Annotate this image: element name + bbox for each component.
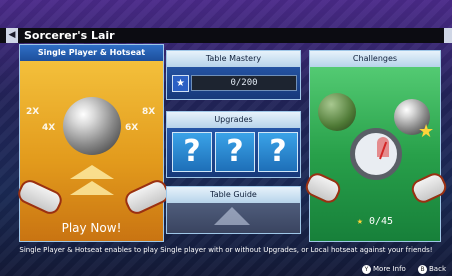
upgrade-slot-2[interactable]: ?	[215, 132, 255, 172]
multiplier-4x: 4X	[42, 123, 56, 133]
upgrades-label: Upgrades	[167, 112, 300, 128]
multiplier-2x: 2X	[26, 107, 40, 117]
star-icon: ★	[418, 121, 435, 142]
multiplier-8x: 8X	[142, 107, 156, 117]
chevron-up-icon	[70, 181, 114, 195]
play-now-label: Play Now!	[61, 221, 122, 235]
gauge-icon	[350, 128, 402, 180]
y-button-icon: Y	[362, 265, 371, 274]
mastery-progress: 0/200	[191, 75, 297, 91]
next-table-arrow-icon[interactable]	[444, 28, 452, 43]
page-title: Sorcerer's Lair	[24, 29, 115, 42]
table-mastery-label: Table Mastery	[167, 51, 300, 67]
challenge-progress: ★ 0/45	[310, 216, 440, 227]
pinball-icon	[63, 97, 121, 155]
left-flipper-icon	[14, 176, 66, 218]
left-flipper-icon	[302, 169, 344, 207]
back-button[interactable]: B Back	[418, 265, 446, 274]
b-button-icon: B	[418, 265, 427, 274]
challenges-label: Challenges	[310, 51, 440, 67]
back-label: Back	[429, 265, 446, 273]
arrow-up-icon	[214, 207, 250, 225]
table-guide-card[interactable]: Table Guide	[166, 186, 301, 234]
upgrade-slot-1[interactable]: ?	[172, 132, 212, 172]
prev-table-arrow-icon[interactable]: ◀	[6, 28, 18, 43]
more-info-label: More Info	[373, 265, 406, 273]
upgrade-slot-3[interactable]: ?	[258, 132, 298, 172]
more-info-button[interactable]: Y More Info	[362, 265, 406, 274]
chevron-up-icon	[70, 165, 114, 179]
star-icon: ★	[356, 216, 363, 227]
star-icon: ★	[172, 75, 189, 92]
mode-description: Single Player & Hotseat enables to play …	[19, 246, 433, 254]
table-guide-label: Table Guide	[167, 187, 300, 203]
single-player-card[interactable]: Single Player & Hotseat 2X 4X 6X 8X Play…	[14, 44, 173, 242]
army-helmet-ball-icon	[318, 93, 356, 131]
single-player-label: Single Player & Hotseat	[20, 45, 163, 61]
multiplier-6x: 6X	[125, 123, 139, 133]
challenge-progress-text: 0/45	[368, 216, 394, 227]
challenges-card[interactable]: Challenges ★ ★ 0/45	[302, 50, 450, 242]
table-mastery-card[interactable]: Table Mastery ★ 0/200	[166, 50, 301, 100]
upgrades-card[interactable]: Upgrades ? ? ?	[166, 111, 301, 178]
